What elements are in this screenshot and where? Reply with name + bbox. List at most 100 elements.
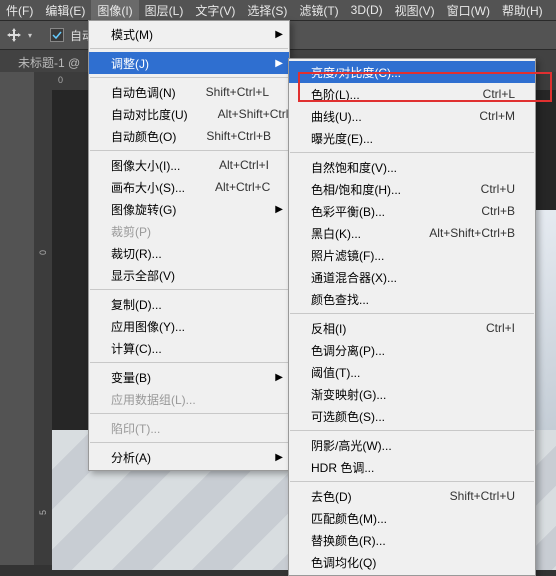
menu-item-label: 色调均化(Q): [311, 554, 376, 571]
move-tool-icon[interactable]: [6, 27, 22, 43]
image-menu-item[interactable]: 分析(A)▶: [89, 446, 289, 468]
adjustments-menu-item[interactable]: 色彩平衡(B)...Ctrl+B: [289, 200, 535, 222]
image-menu-item[interactable]: 裁切(R)...: [89, 242, 289, 264]
menu-item-label: 颜色查找...: [311, 291, 369, 308]
adjustments-menu-item[interactable]: 反相(I)Ctrl+I: [289, 317, 535, 339]
adjustments-menu-item[interactable]: 照片滤镜(F)...: [289, 244, 535, 266]
menu-item-label: 去色(D): [311, 488, 352, 505]
adjustments-menu-item[interactable]: 色相/饱和度(H)...Ctrl+U: [289, 178, 535, 200]
menubar-item[interactable]: 图像(I): [91, 0, 138, 21]
submenu-arrow-icon: ▶: [275, 372, 283, 383]
adjustments-menu-item[interactable]: 渐变映射(G)...: [289, 383, 535, 405]
adjustments-menu-item[interactable]: 色调均化(Q): [289, 551, 535, 573]
menu-item-shortcut: Ctrl+L: [483, 87, 515, 101]
ruler-mark: 0: [58, 75, 63, 85]
menu-item-label: 裁剪(P): [111, 223, 151, 240]
menu-item-label: 可选颜色(S)...: [311, 408, 385, 425]
menu-item-label: 曲线(U)...: [311, 108, 362, 125]
menu-item-label: 显示全部(V): [111, 267, 175, 284]
document-tab[interactable]: 未标题-1 @: [18, 54, 80, 71]
adjustments-menu-item[interactable]: 通道混合器(X)...: [289, 266, 535, 288]
menubar-item[interactable]: 3D(D): [345, 1, 389, 19]
menu-item-label: 自动颜色(O): [111, 128, 176, 145]
ruler-mark: 5: [38, 510, 48, 515]
menu-separator: [90, 150, 288, 151]
image-menu-item[interactable]: 自动色调(N)Shift+Ctrl+L: [89, 81, 289, 103]
image-menu-item[interactable]: 模式(M)▶: [89, 23, 289, 45]
submenu-arrow-icon: ▶: [275, 29, 283, 40]
menu-item-label: 黑白(K)...: [311, 225, 361, 242]
adjustments-menu-item[interactable]: 曲线(U)...Ctrl+M: [289, 105, 535, 127]
menubar-item[interactable]: 滤镜(T): [293, 0, 344, 21]
adjustments-menu-item[interactable]: 阈值(T)...: [289, 361, 535, 383]
menubar-item[interactable]: 文字(V): [189, 0, 241, 21]
menu-item-shortcut: Alt+Ctrl+C: [215, 180, 270, 194]
image-menu-item[interactable]: 自动颜色(O)Shift+Ctrl+B: [89, 125, 289, 147]
menu-item-label: 变量(B): [111, 369, 151, 386]
adjustments-menu-item[interactable]: 色阶(L)...Ctrl+L: [289, 83, 535, 105]
adjustments-menu-item[interactable]: 黑白(K)... Alt+Shift+Ctrl+B: [289, 222, 535, 244]
adjustments-menu-item[interactable]: HDR 色调...: [289, 456, 535, 478]
adjustments-menu-item[interactable]: 曝光度(E)...: [289, 127, 535, 149]
image-menu-item[interactable]: 图像旋转(G)▶: [89, 198, 289, 220]
menu-separator: [290, 481, 534, 482]
menubar-item[interactable]: 窗口(W): [441, 0, 496, 21]
menu-item-label: HDR 色调...: [311, 459, 374, 476]
menu-item-shortcut: Shift+Ctrl+U: [450, 489, 515, 503]
tools-panel[interactable]: [0, 72, 35, 565]
dropdown-arrow-icon[interactable]: ▾: [28, 31, 32, 40]
image-menu-item[interactable]: 计算(C)...: [89, 337, 289, 359]
ruler-mark: 0: [38, 250, 48, 255]
adjustments-menu-item[interactable]: 去色(D) Shift+Ctrl+U: [289, 485, 535, 507]
menu-item-label: 自然饱和度(V)...: [311, 159, 397, 176]
menu-separator: [90, 48, 288, 49]
menubar-item[interactable]: 视图(V): [389, 0, 441, 21]
auto-select-checkbox[interactable]: [50, 28, 64, 42]
image-menu-item: 裁剪(P): [89, 220, 289, 242]
menu-item-shortcut: Ctrl+I: [486, 321, 515, 335]
image-menu-item[interactable]: 图像大小(I)...Alt+Ctrl+I: [89, 154, 289, 176]
menu-item-label: 色调分离(P)...: [311, 342, 385, 359]
menu-item-label: 计算(C)...: [111, 340, 162, 357]
adjustments-menu-item[interactable]: 匹配颜色(M)...: [289, 507, 535, 529]
menu-separator: [90, 442, 288, 443]
menu-item-label: 匹配颜色(M)...: [311, 510, 387, 527]
menubar-item[interactable]: 编辑(E): [39, 0, 91, 21]
adjustments-menu-item[interactable]: 色调分离(P)...: [289, 339, 535, 361]
menu-item-label: 应用数据组(L)...: [111, 391, 196, 408]
menu-item-label: 应用图像(Y)...: [111, 318, 185, 335]
image-menu-item[interactable]: 变量(B) ▶: [89, 366, 289, 388]
menu-item-label: 自动对比度(U): [111, 106, 188, 123]
menu-item-shortcut: Shift+Ctrl+L: [206, 85, 269, 99]
menu-item-label: 图像大小(I)...: [111, 157, 180, 174]
menu-item-label: 陷印(T)...: [111, 420, 160, 437]
menu-item-label: 调整(J): [111, 55, 149, 72]
adjustments-menu-item[interactable]: 颜色查找...: [289, 288, 535, 310]
submenu-arrow-icon: ▶: [275, 204, 283, 215]
image-menu-item[interactable]: 调整(J) ▶: [89, 52, 289, 74]
menu-item-shortcut: Alt+Shift+Ctrl+B: [429, 226, 515, 240]
adjustments-menu-item[interactable]: 替换颜色(R)...: [289, 529, 535, 551]
menu-item-label: 阈值(T)...: [311, 364, 360, 381]
menu-separator: [90, 362, 288, 363]
menubar-item[interactable]: 帮助(H): [496, 0, 549, 21]
menu-item-label: 画布大小(S)...: [111, 179, 185, 196]
adjustments-menu-item[interactable]: 亮度/对比度(C)...: [289, 61, 535, 83]
menubar-item[interactable]: 图层(L): [139, 0, 190, 21]
image-menu-item[interactable]: 应用图像(Y)...: [89, 315, 289, 337]
image-menu-item[interactable]: 自动对比度(U)Alt+Shift+Ctrl+L: [89, 103, 289, 125]
image-menu-item[interactable]: 画布大小(S)... Alt+Ctrl+C: [89, 176, 289, 198]
menu-item-label: 分析(A): [111, 449, 151, 466]
adjustments-menu-item[interactable]: 阴影/高光(W)...: [289, 434, 535, 456]
menu-item-label: 曝光度(E)...: [311, 130, 373, 147]
menubar-item[interactable]: 件(F): [0, 0, 39, 21]
menu-separator: [90, 77, 288, 78]
image-menu: 模式(M)▶调整(J)▶自动色调(N)Shift+Ctrl+L自动对比度(U)A…: [88, 20, 290, 471]
image-menu-item[interactable]: 显示全部(V): [89, 264, 289, 286]
image-menu-item[interactable]: 复制(D)...: [89, 293, 289, 315]
adjustments-menu-item[interactable]: 自然饱和度(V)...: [289, 156, 535, 178]
submenu-arrow-icon: ▶: [275, 58, 283, 69]
menubar-item[interactable]: 选择(S): [241, 0, 293, 21]
menu-item-shortcut: Ctrl+B: [481, 204, 515, 218]
adjustments-menu-item[interactable]: 可选颜色(S)...: [289, 405, 535, 427]
